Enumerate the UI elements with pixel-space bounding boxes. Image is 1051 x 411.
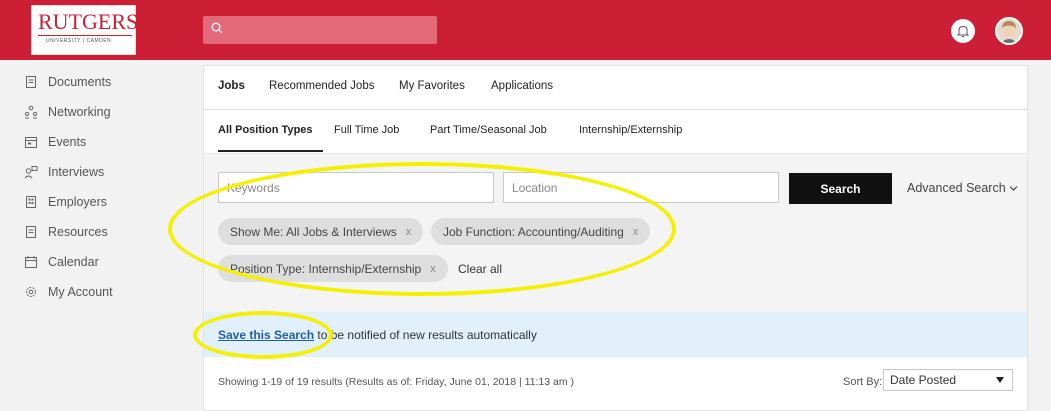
sidebar-item-resources[interactable]: Resources	[24, 222, 108, 242]
sidebar-item-calendar[interactable]: Calendar	[24, 252, 99, 272]
sidebar-item-label: Resources	[48, 225, 108, 239]
sidebar-item-interviews[interactable]: Interviews	[24, 162, 104, 182]
bell-icon	[956, 25, 970, 37]
people-icon	[24, 105, 38, 119]
filter-pill-job-function[interactable]: Job Function: Accounting/Auditing x	[431, 218, 651, 245]
caret-down-icon	[996, 377, 1004, 383]
sidebar-item-label: My Account	[48, 285, 113, 299]
document-icon	[26, 226, 36, 238]
filter-pill-position-type[interactable]: Position Type: Internship/Externship x	[218, 255, 448, 282]
advanced-search-label: Advanced Search	[907, 181, 1006, 195]
logo-word: RUTGERS	[38, 9, 139, 34]
logo-rule	[38, 35, 132, 36]
calendar-icon	[25, 256, 37, 268]
sort-by-label: Sort By:	[843, 376, 883, 388]
advanced-search-link[interactable]: Advanced Search	[907, 181, 1018, 195]
user-avatar[interactable]	[995, 17, 1023, 45]
gear-icon	[26, 287, 36, 297]
tab-recommended-jobs[interactable]: Recommended Jobs	[269, 80, 374, 92]
sort-by-value: Date Posted	[890, 373, 957, 387]
sidebar-item-employers[interactable]: Employers	[24, 192, 107, 212]
avatar-image	[997, 19, 1021, 43]
remove-filter-icon[interactable]: x	[406, 226, 412, 238]
sidebar: Documents Networking Events Interviews E…	[0, 60, 200, 411]
sidebar-item-label: Networking	[48, 105, 111, 119]
save-search-text: to be notified of new results automatica…	[314, 328, 537, 342]
sidebar-item-events[interactable]: Events	[24, 132, 86, 152]
logo-subtitle: UNIVERSITY | CAMDEN	[46, 38, 112, 44]
keywords-input[interactable]: Keywords	[218, 172, 494, 203]
filter-pill-label: Position Type: Internship/Externship	[230, 261, 422, 276]
document-icon	[26, 76, 36, 88]
sidebar-item-my-account[interactable]: My Account	[24, 282, 113, 302]
tab-applications[interactable]: Applications	[491, 80, 553, 92]
filter-pill-label: Job Function: Accounting/Auditing	[443, 224, 624, 239]
filter-pill-show-me[interactable]: Show Me: All Jobs & Interviews x	[218, 218, 424, 245]
calendar-icon	[25, 137, 37, 148]
tab-jobs[interactable]: Jobs	[218, 80, 245, 92]
sidebar-item-documents[interactable]: Documents	[24, 72, 111, 92]
building-icon	[26, 196, 36, 208]
sidebar-item-label: Events	[48, 135, 87, 149]
sidebar-item-label: Documents	[48, 75, 112, 89]
tab-all-position-types[interactable]: All Position Types	[218, 124, 323, 152]
search-icon	[211, 22, 223, 34]
remove-filter-icon[interactable]: x	[633, 226, 639, 238]
global-search-input[interactable]	[203, 16, 437, 44]
clear-all-filters-link[interactable]: Clear all	[458, 262, 502, 276]
top-bar: RUTGERS UNIVERSITY | CAMDEN	[0, 0, 1051, 60]
sidebar-item-networking[interactable]: Networking	[24, 102, 111, 122]
rutgers-logo[interactable]: RUTGERS UNIVERSITY | CAMDEN	[31, 5, 139, 55]
search-button[interactable]: Search	[789, 173, 892, 204]
search-filters: Keywords Location Search Advanced Search…	[204, 154, 1027, 312]
tab-full-time-job[interactable]: Full Time Job	[334, 124, 399, 136]
filter-pill-label: Show Me: All Jobs & Interviews	[230, 224, 397, 239]
tab-my-favorites[interactable]: My Favorites	[399, 80, 465, 92]
chevron-down-icon	[1009, 186, 1018, 191]
tab-part-time-seasonal-job[interactable]: Part Time/Seasonal Job	[430, 124, 547, 136]
remove-filter-icon[interactable]: x	[430, 263, 436, 275]
sort-by-select[interactable]: Date Posted	[883, 369, 1013, 391]
sidebar-item-label: Interviews	[48, 165, 105, 179]
sidebar-item-label: Employers	[48, 195, 108, 209]
results-count: Showing 1-19 of 19 results (Results as o…	[218, 376, 575, 388]
location-input[interactable]: Location	[503, 172, 779, 203]
save-search-banner: Save this Search to be notified of new r…	[204, 312, 1027, 357]
position-type-tabs: All Position Types Full Time Job Part Ti…	[204, 110, 1027, 154]
tab-internship-externship[interactable]: Internship/Externship	[579, 124, 682, 136]
jobs-panel: Jobs Recommended Jobs My Favorites Appli…	[203, 65, 1028, 411]
notifications-button[interactable]	[951, 19, 975, 43]
sidebar-item-label: Calendar	[48, 255, 99, 269]
interview-icon	[24, 166, 38, 179]
primary-tabs: Jobs Recommended Jobs My Favorites Appli…	[204, 66, 1027, 110]
save-search-link[interactable]: Save this Search	[218, 328, 314, 342]
